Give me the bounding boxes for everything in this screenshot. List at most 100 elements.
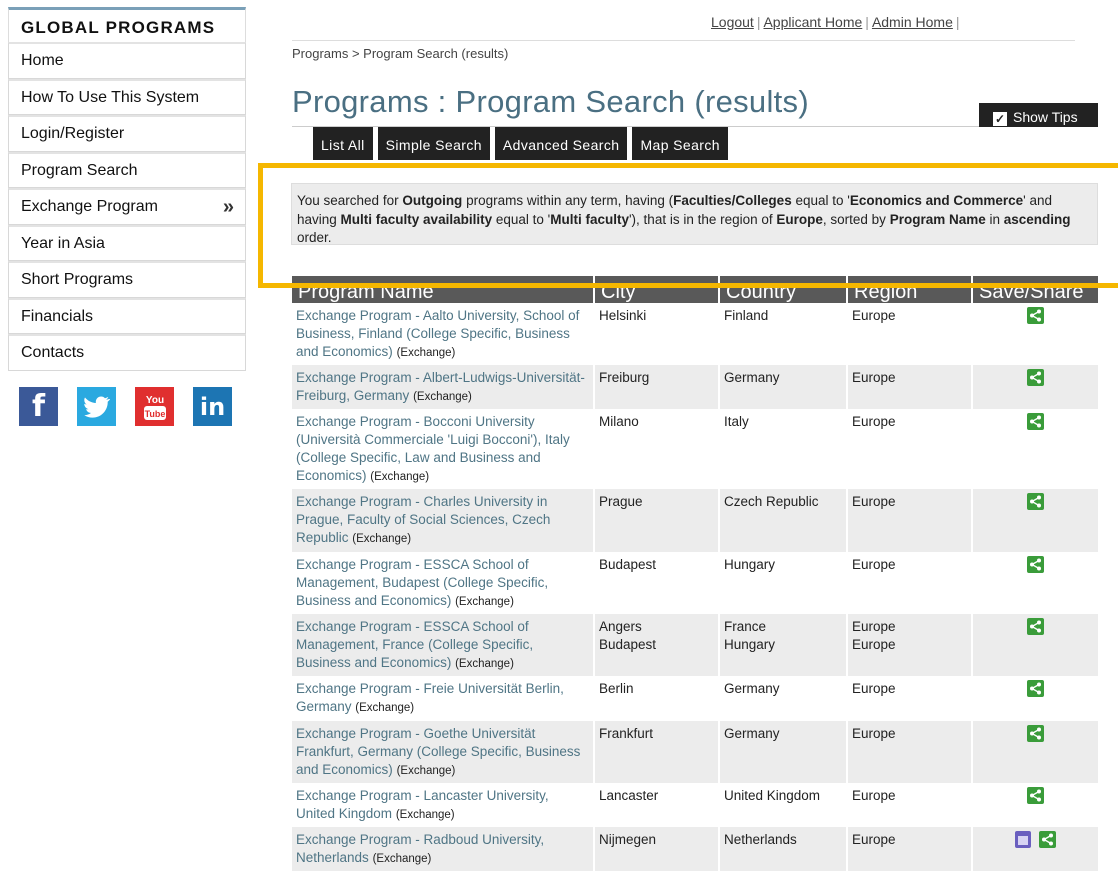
sidebar-item-year-in-asia[interactable]: Year in Asia: [8, 224, 246, 261]
save-share-cell: [973, 303, 1098, 365]
share-icon[interactable]: [1027, 413, 1044, 430]
table-row: Exchange Program - ESSCA School of Manag…: [292, 614, 1098, 676]
share-icon[interactable]: [1027, 680, 1044, 697]
share-icon[interactable]: [1027, 618, 1044, 635]
share-icon[interactable]: [1027, 787, 1044, 804]
country-cell: France Hungary: [720, 614, 848, 676]
sidebar-item-home[interactable]: Home: [8, 42, 246, 79]
country-cell: Germany: [720, 721, 848, 783]
country-cell: Germany: [720, 365, 848, 409]
show-tips-toggle[interactable]: ✓ Show Tips: [979, 103, 1098, 127]
results-table: Program Name City Country Region Save/Sh…: [292, 276, 1098, 871]
country-cell: Germany: [720, 676, 848, 721]
sidebar-item-login-register[interactable]: Login/Register: [8, 115, 246, 152]
program-cell: Exchange Program - Goethe Universität Fr…: [292, 721, 595, 783]
program-cell: Exchange Program - Aalto University, Sch…: [292, 303, 595, 365]
sidebar-item-label: Program Search: [21, 161, 138, 179]
table-row: Exchange Program - Aalto University, Sch…: [292, 303, 1098, 365]
share-icon[interactable]: [1027, 493, 1044, 510]
tab-map-search[interactable]: Map Search: [632, 127, 728, 160]
search-tabs: List All Simple Search Advanced Search M…: [313, 127, 728, 160]
facebook-icon[interactable]: f: [19, 387, 58, 426]
sidebar-item-how-to-use[interactable]: How To Use This System: [8, 78, 246, 115]
sidebar-item-label: Contacts: [21, 344, 85, 361]
logout-link[interactable]: Logout: [711, 14, 754, 30]
calendar-icon[interactable]: [1015, 831, 1031, 848]
table-row: Exchange Program - ESSCA School of Manag…: [292, 552, 1098, 614]
program-type: (Exchange): [355, 702, 415, 714]
program-link[interactable]: Exchange Program - Charles University in…: [296, 494, 550, 545]
youtube-icon[interactable]: You Tube: [135, 387, 174, 426]
table-body: Exchange Program - Aalto University, Sch…: [292, 303, 1098, 871]
save-share-cell: [973, 552, 1098, 614]
sidebar-item-label: Home: [21, 52, 64, 69]
separator: |: [756, 14, 761, 30]
tab-simple-search[interactable]: Simple Search: [377, 127, 490, 160]
share-icon[interactable]: [1027, 307, 1044, 324]
social-links: f You Tube in: [19, 387, 232, 426]
program-type: (Exchange): [396, 347, 456, 359]
program-cell: Exchange Program - Albert-Ludwigs-Univer…: [292, 365, 595, 409]
separator: |: [955, 14, 960, 30]
save-share-cell: [973, 827, 1098, 871]
tab-list-all[interactable]: List All: [313, 127, 373, 160]
sidebar: GLOBAL PROGRAMS Home How To Use This Sys…: [8, 7, 246, 371]
divider: [292, 40, 1075, 41]
sidebar-item-short-programs[interactable]: Short Programs: [8, 261, 246, 298]
program-cell: Exchange Program - ESSCA School of Manag…: [292, 552, 595, 614]
region-cell: Europe: [848, 303, 973, 365]
linkedin-icon[interactable]: in: [193, 387, 232, 426]
save-share-cell: [973, 409, 1098, 489]
share-icon[interactable]: [1027, 725, 1044, 742]
region-cell: Europe: [848, 721, 973, 783]
region-cell: Europe: [848, 409, 973, 489]
region-cell: Europe Europe: [848, 614, 973, 676]
program-link[interactable]: Exchange Program - Bocconi University (U…: [296, 414, 570, 483]
share-icon[interactable]: [1027, 556, 1044, 573]
save-share-cell: [973, 676, 1098, 721]
country-cell: Hungary: [720, 552, 848, 614]
table-row: Exchange Program - Bocconi University (U…: [292, 409, 1098, 489]
table-row: Exchange Program - Lancaster University,…: [292, 783, 1098, 827]
program-type: (Exchange): [413, 391, 472, 403]
save-share-cell: [973, 489, 1098, 552]
sidebar-item-label: Login/Register: [21, 125, 125, 142]
sidebar-item-label: Financials: [21, 307, 94, 325]
sidebar-item-program-search[interactable]: Program Search: [8, 151, 246, 188]
country-cell: Netherlands: [720, 827, 848, 871]
country-cell: Czech Republic: [720, 489, 848, 552]
admin-home-link[interactable]: Admin Home: [872, 14, 953, 30]
region-cell: Europe: [848, 827, 973, 871]
region-cell: Europe: [848, 489, 973, 552]
separator: |: [865, 14, 869, 30]
sidebar-item-label: Exchange Program: [21, 198, 158, 215]
city-cell: Lancaster: [595, 783, 720, 827]
sidebar-item-contacts[interactable]: Contacts: [8, 334, 246, 371]
table-row: Exchange Program - Goethe Universität Fr…: [292, 721, 1098, 783]
city-cell: Freiburg: [595, 365, 720, 409]
twitter-icon[interactable]: [77, 387, 116, 426]
city-cell: Milano: [595, 409, 720, 489]
sidebar-item-exchange-program[interactable]: Exchange Program »: [8, 188, 246, 225]
chevron-right-icon: »: [222, 196, 234, 218]
city-cell: Frankfurt: [595, 721, 720, 783]
checkbox-icon: ✓: [993, 112, 1007, 126]
city-cell: Angers Budapest: [595, 614, 720, 676]
program-type: (Exchange): [352, 533, 412, 545]
applicant-home-link[interactable]: Applicant Home: [763, 14, 862, 30]
program-link[interactable]: Exchange Program - Freie Universität Ber…: [296, 681, 564, 714]
sidebar-item-financials[interactable]: Financials: [8, 297, 246, 334]
breadcrumb: Programs > Program Search (results): [292, 46, 509, 61]
program-cell: Exchange Program - Charles University in…: [292, 489, 595, 552]
tab-advanced-search[interactable]: Advanced Search: [494, 127, 628, 160]
share-icon[interactable]: [1027, 369, 1044, 386]
city-cell: Prague: [595, 489, 720, 552]
program-type: (Exchange): [396, 765, 456, 777]
region-cell: Europe: [848, 365, 973, 409]
svg-text:Tube: Tube: [144, 409, 165, 419]
sidebar-item-label: Short Programs: [21, 271, 134, 288]
country-cell: United Kingdom: [720, 783, 848, 827]
share-icon[interactable]: [1039, 831, 1056, 848]
table-row: Exchange Program - Freie Universität Ber…: [292, 676, 1098, 721]
program-cell: Exchange Program - ESSCA School of Manag…: [292, 614, 595, 676]
